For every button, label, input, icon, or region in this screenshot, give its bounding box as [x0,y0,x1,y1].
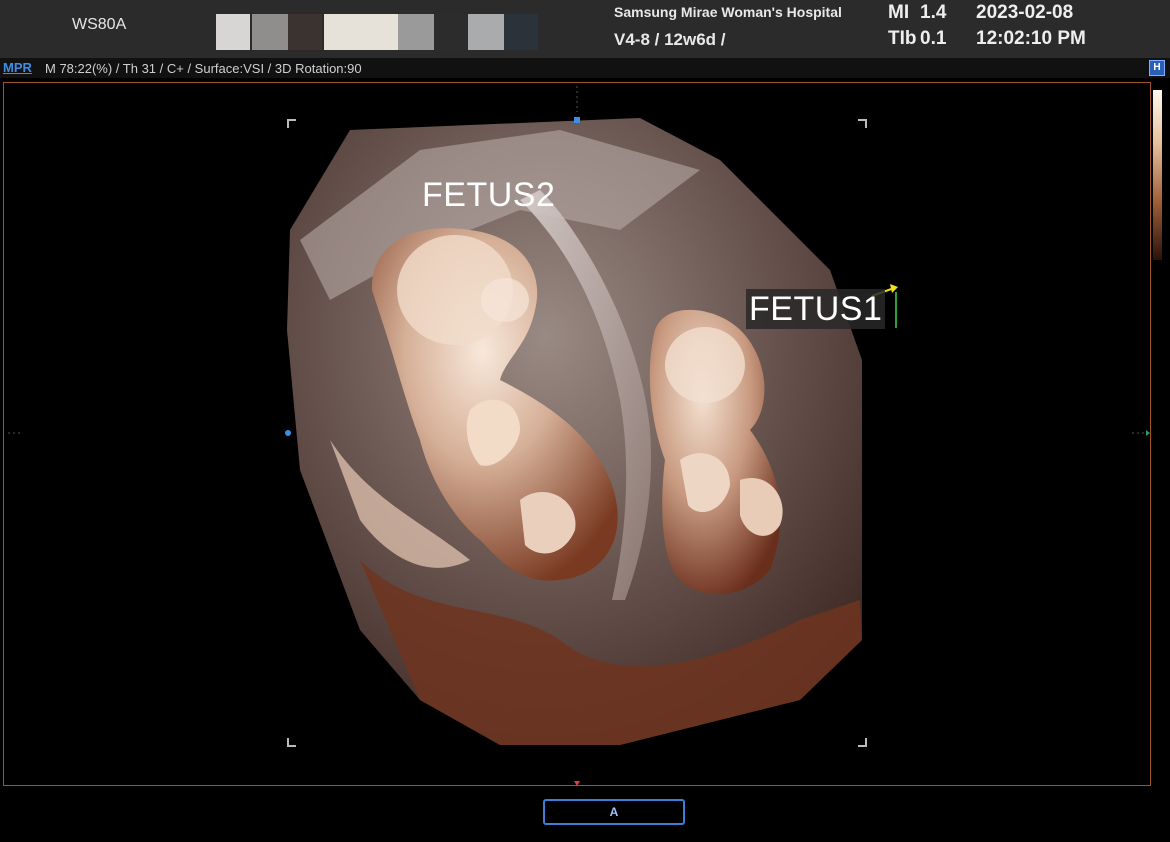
left-marker [285,430,291,436]
bottom-marker [574,781,580,786]
top-marker [574,117,580,123]
right-marker [1146,430,1150,436]
fetus2-label[interactable]: FETUS2 [422,176,555,215]
volume-render-image [8,86,1150,786]
fetus1-label[interactable]: FETUS1 [746,289,886,329]
view-a-button[interactable]: A [543,799,685,825]
